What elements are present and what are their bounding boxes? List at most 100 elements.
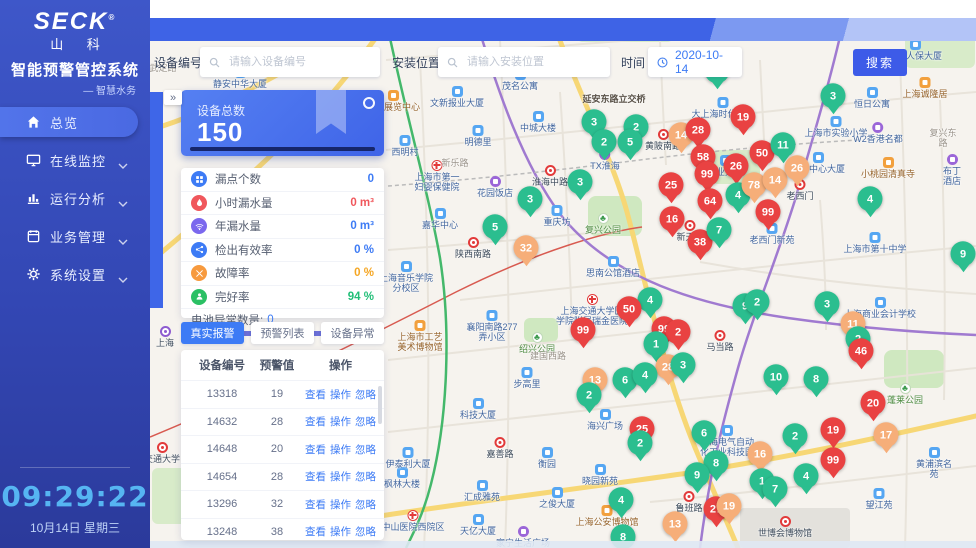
map-marker[interactable]: 64: [698, 188, 723, 213]
map-marker[interactable]: 2: [745, 289, 770, 314]
map-marker[interactable]: 11: [771, 132, 796, 157]
tab-device-abnormal[interactable]: 设备异常: [321, 322, 384, 344]
search-button[interactable]: 搜索: [853, 49, 907, 76]
legend-strip: [150, 92, 163, 308]
map-marker[interactable]: 2: [592, 129, 617, 154]
map-marker[interactable]: 25: [659, 172, 684, 197]
map-marker[interactable]: 3: [821, 83, 846, 108]
table-row: 1465428查看操作忽略: [181, 463, 384, 491]
table-scrollbar[interactable]: [378, 386, 382, 424]
map-canvas[interactable]: 静安中华大厦茂名公寓延安东路立交桥大上海时代广场中国人保大厦上海诚隆居恒日公寓W…: [150, 0, 976, 548]
map-marker[interactable]: 19: [717, 493, 742, 518]
action-ignore[interactable]: 忽略: [355, 387, 376, 402]
map-marker[interactable]: 6: [692, 420, 717, 445]
action-view[interactable]: 查看: [305, 414, 326, 429]
map-marker[interactable]: 19: [821, 417, 846, 442]
map-marker[interactable]: 9: [685, 462, 710, 487]
action-ignore[interactable]: 忽略: [355, 497, 376, 512]
map-marker[interactable]: 4: [794, 463, 819, 488]
sidebar-item-run-analysis[interactable]: 运行分析: [0, 183, 142, 213]
action-operate[interactable]: 操作: [330, 469, 351, 484]
action-ignore[interactable]: 忽略: [355, 414, 376, 429]
search-icon: [446, 56, 459, 69]
map-marker[interactable]: 50: [617, 296, 642, 321]
tab-warn-list[interactable]: 预警列表: [251, 322, 314, 344]
panel-expand-button[interactable]: »: [164, 90, 182, 105]
map-marker[interactable]: 46: [849, 338, 874, 363]
map-marker[interactable]: 17: [874, 422, 899, 447]
action-view[interactable]: 查看: [305, 497, 326, 512]
map-marker[interactable]: 14: [763, 167, 788, 192]
action-operate[interactable]: 操作: [330, 442, 351, 457]
clipboard-icon: [26, 229, 41, 244]
tab-real-alarm[interactable]: 真实报警: [181, 322, 244, 344]
map-marker[interactable]: 3: [568, 169, 593, 194]
action-operate[interactable]: 操作: [330, 524, 351, 539]
bookmark-ribbon-icon: [316, 90, 346, 134]
stat-row: 年漏水量0 m³: [181, 215, 384, 239]
action-view[interactable]: 查看: [305, 469, 326, 484]
time-value[interactable]: 2020-10-14: [675, 48, 734, 76]
wifi-icon: [191, 218, 207, 234]
map-marker[interactable]: 16: [748, 441, 773, 466]
map-marker[interactable]: 9: [951, 241, 976, 266]
action-operate[interactable]: 操作: [330, 497, 351, 512]
stats-card: 漏点个数0小时漏水量0 m³年漏水量0 m³检出有效率0 %故障率0 %完好率9…: [181, 168, 384, 318]
map-marker[interactable]: 5: [483, 214, 508, 239]
action-ignore[interactable]: 忽略: [355, 524, 376, 539]
device-id-cell: 14648: [191, 443, 253, 455]
sidebar-item-overview[interactable]: 总览: [0, 107, 138, 137]
sidebar-item-system-settings[interactable]: 系统设置: [0, 259, 142, 289]
map-marker[interactable]: 16: [660, 206, 685, 231]
map-marker[interactable]: 4: [609, 487, 634, 512]
sidebar-item-business-manage[interactable]: 业务管理: [0, 221, 142, 251]
map-marker[interactable]: 1: [644, 331, 669, 356]
map-marker[interactable]: 3: [671, 352, 696, 377]
map-marker[interactable]: 7: [763, 476, 788, 501]
map-marker[interactable]: 3: [518, 186, 543, 211]
row-actions: 查看操作忽略: [301, 414, 380, 429]
action-view[interactable]: 查看: [305, 387, 326, 402]
sidebar-item-label: 系统设置: [50, 265, 106, 284]
action-operate[interactable]: 操作: [330, 387, 351, 402]
action-operate[interactable]: 操作: [330, 414, 351, 429]
map-marker[interactable]: 5: [618, 129, 643, 154]
map-marker[interactable]: 4: [858, 186, 883, 211]
map-marker[interactable]: 4: [633, 362, 658, 387]
map-marker[interactable]: 19: [731, 104, 756, 129]
time-field[interactable]: 2020-10-14: [648, 47, 742, 77]
search-toolbar: 设备编号 安装位置 时间 2020-10-14 搜索: [150, 46, 976, 78]
search-icon: [208, 56, 221, 69]
card-circle-icon[interactable]: [363, 97, 375, 109]
map-marker[interactable]: 3: [815, 291, 840, 316]
stat-label: 完好率: [215, 289, 250, 305]
map-marker[interactable]: 99: [821, 447, 846, 472]
action-view[interactable]: 查看: [305, 442, 326, 457]
home-icon: [26, 115, 41, 130]
map-marker[interactable]: 99: [571, 317, 596, 342]
action-ignore[interactable]: 忽略: [355, 469, 376, 484]
map-marker[interactable]: 99: [695, 161, 720, 186]
map-marker[interactable]: 2: [577, 382, 602, 407]
stat-value: 0 m³: [350, 220, 374, 232]
map-marker[interactable]: 26: [785, 155, 810, 180]
map-marker[interactable]: 8: [804, 366, 829, 391]
map-marker[interactable]: 28: [686, 117, 711, 142]
sidebar-item-label: 运行分析: [50, 189, 106, 208]
location-input[interactable]: [465, 55, 602, 69]
map-marker[interactable]: 32: [514, 235, 539, 260]
map-marker[interactable]: 2: [666, 319, 691, 344]
action-ignore[interactable]: 忽略: [355, 442, 376, 457]
map-marker[interactable]: 13: [663, 511, 688, 536]
stat-value: 0 m³: [350, 197, 374, 209]
map-marker[interactable]: 7: [707, 217, 732, 242]
device-id-cell: 13296: [191, 498, 253, 510]
device-id-input[interactable]: [227, 55, 372, 69]
sidebar-item-online-monitor[interactable]: 在线监控: [0, 145, 142, 175]
action-view[interactable]: 查看: [305, 524, 326, 539]
map-marker[interactable]: 2: [783, 423, 808, 448]
map-marker[interactable]: 20: [861, 390, 886, 415]
map-marker[interactable]: 2: [628, 430, 653, 455]
table-row: 1464820查看操作忽略: [181, 435, 384, 463]
map-marker[interactable]: 10: [764, 364, 789, 389]
